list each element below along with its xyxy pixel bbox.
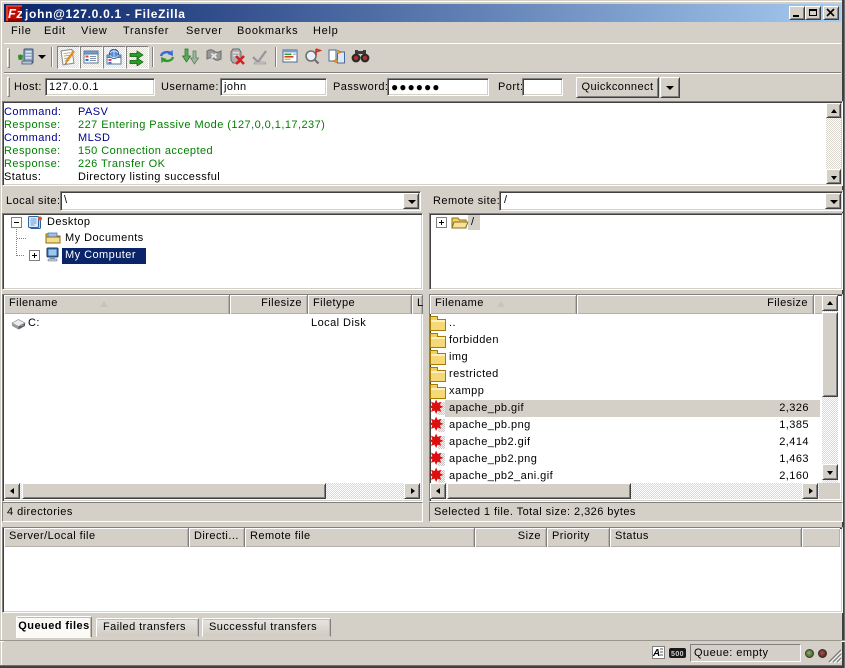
svg-text:500: 500 xyxy=(671,651,684,658)
svg-text:Fz: Fz xyxy=(8,6,22,21)
svg-text:A: A xyxy=(653,648,661,658)
